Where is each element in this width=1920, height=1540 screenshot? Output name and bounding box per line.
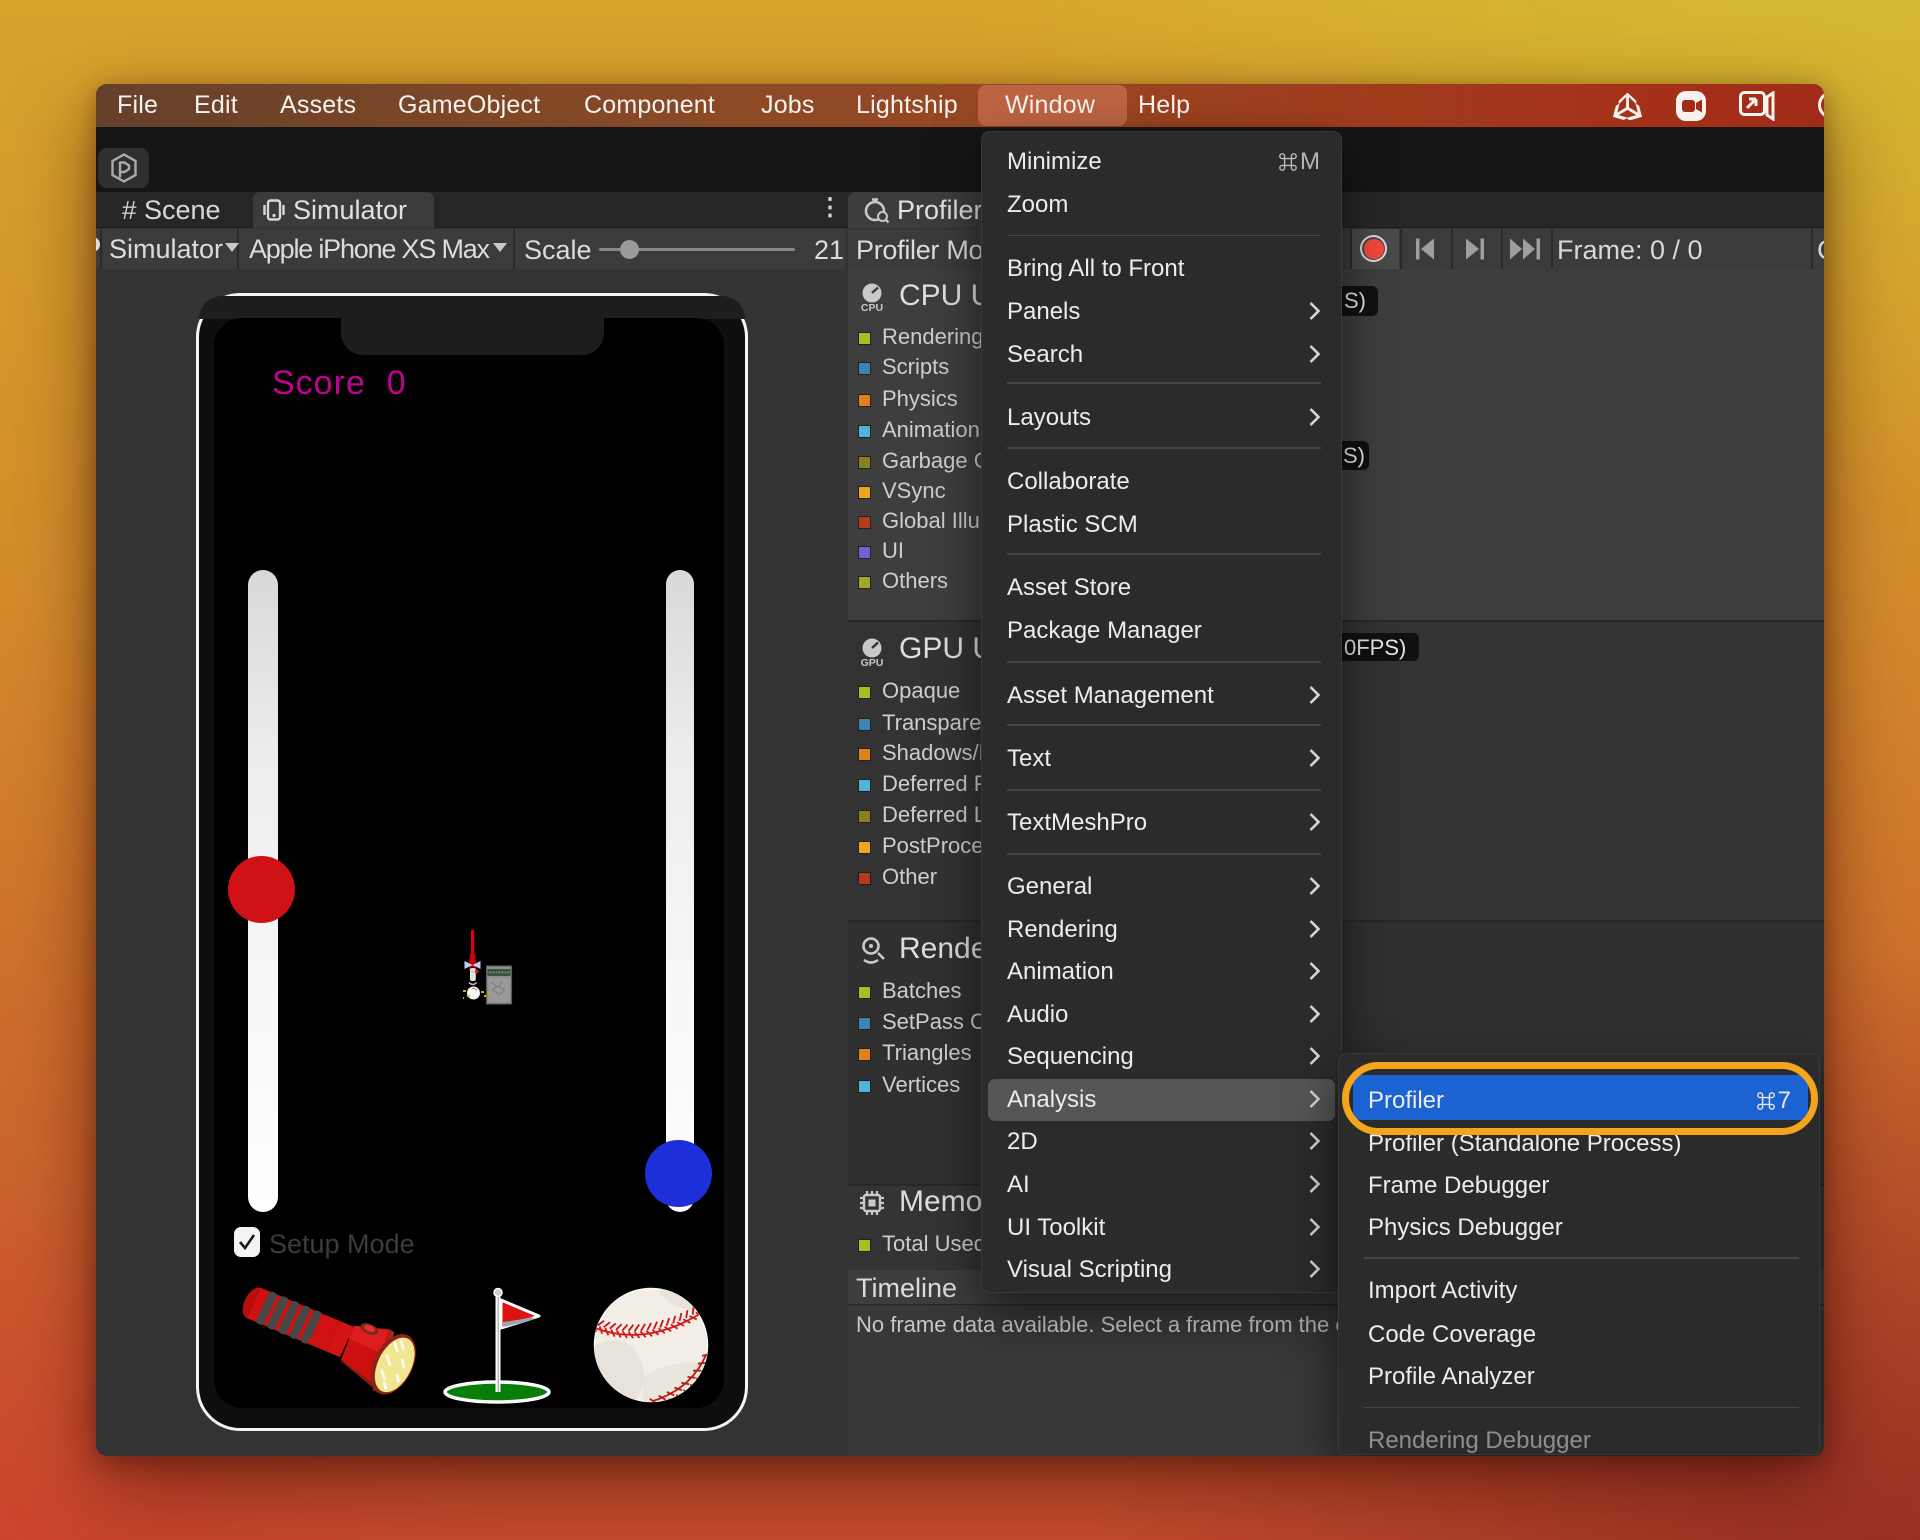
svg-text:GPU: GPU (861, 657, 884, 667)
svg-text:CPU: CPU (861, 302, 883, 312)
